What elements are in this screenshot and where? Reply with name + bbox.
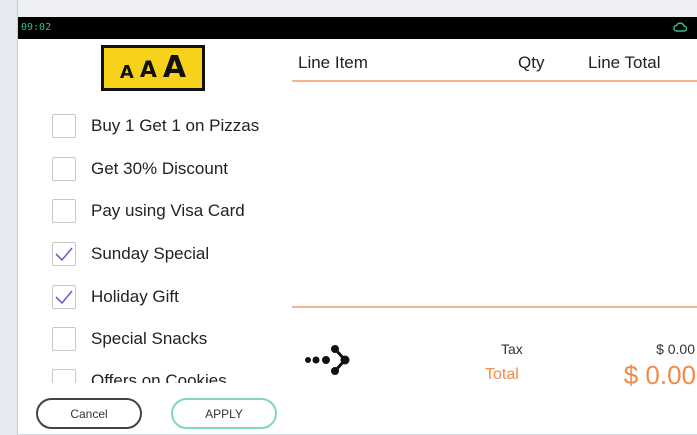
promo-checkbox[interactable] [52, 369, 76, 383]
cloud-icon [673, 22, 687, 32]
promo-item-sunday-special[interactable]: Sunday Special [52, 239, 209, 269]
promo-item-special-snacks[interactable]: Special Snacks [52, 324, 207, 354]
promotions-list[interactable]: Buy 1 Get 1 on Pizzas Get 30% Discount P… [52, 107, 292, 383]
total-label: Total [485, 366, 519, 383]
tax-value: $ 0.00 [656, 341, 695, 357]
promo-checkbox[interactable] [52, 114, 76, 138]
promo-checkbox[interactable] [52, 157, 76, 181]
promo-checkbox[interactable] [52, 199, 76, 223]
status-bar: 09:02 [18, 17, 697, 39]
promo-item-buy-1-get-1[interactable]: Buy 1 Get 1 on Pizzas [52, 111, 259, 141]
cart-header-divider [292, 80, 697, 82]
logo-letter-large: A [162, 50, 187, 85]
promo-label: Offers on Cookies [91, 371, 227, 383]
cancel-button[interactable]: Cancel [36, 398, 142, 429]
brand-logo: A A A [101, 45, 205, 91]
apply-button[interactable]: APPLY [171, 398, 277, 429]
promo-item-cookies[interactable]: Offers on Cookies [52, 366, 227, 383]
window-left-border [17, 0, 18, 435]
cart-table-header: Line Item Qty Line Total [292, 50, 697, 80]
promo-label: Pay using Visa Card [91, 201, 245, 220]
promo-checkbox[interactable] [52, 327, 76, 351]
column-header-line-total: Line Total [588, 53, 661, 72]
check-icon [55, 247, 73, 262]
logo-letter-small: A [119, 62, 134, 83]
column-header-line-item: Line Item [298, 53, 368, 72]
check-icon [55, 290, 73, 305]
window-top-frame [0, 0, 697, 17]
promo-item-visa[interactable]: Pay using Visa Card [52, 196, 245, 226]
window-left-frame [0, 0, 18, 435]
logo-letter-medium: A [139, 58, 157, 83]
column-header-qty: Qty [518, 53, 545, 72]
brand-mark-icon [305, 345, 350, 375]
promo-label: Special Snacks [91, 329, 208, 348]
promo-checkbox-checked[interactable] [52, 285, 76, 309]
promo-label: Get 30% Discount [91, 159, 229, 178]
status-time: 09:02 [21, 22, 52, 33]
promo-item-holiday-gift[interactable]: Holiday Gift [52, 282, 179, 312]
tax-label: Tax [501, 341, 523, 357]
promo-item-30-discount[interactable]: Get 30% Discount [52, 154, 228, 184]
promo-label: Buy 1 Get 1 on Pizzas [91, 116, 260, 135]
cart-footer-divider [292, 306, 697, 308]
promo-checkbox-checked[interactable] [52, 242, 76, 266]
total-value: $ 0.00 [623, 360, 696, 390]
promo-label: Holiday Gift [91, 287, 179, 306]
promo-label: Sunday Special [91, 244, 210, 263]
